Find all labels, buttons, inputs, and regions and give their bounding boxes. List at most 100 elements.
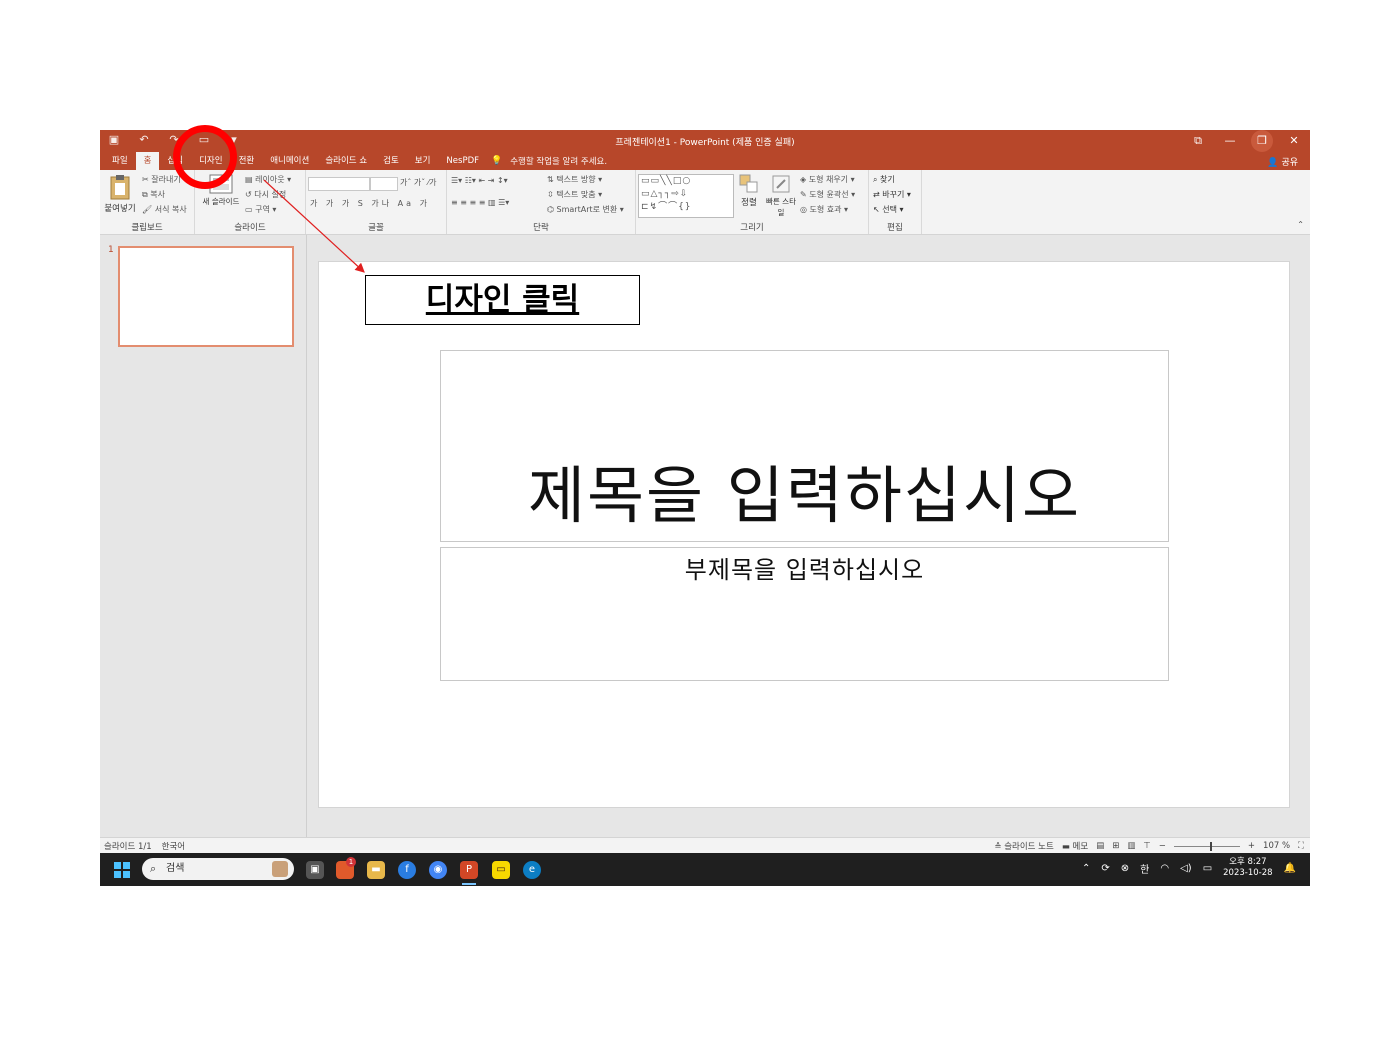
- align-text-button[interactable]: ⇳ 텍스트 맞춤 ▾: [547, 189, 602, 200]
- select-label: 선택: [882, 205, 897, 214]
- zoom-in-icon[interactable]: +: [1248, 841, 1255, 851]
- paste-button[interactable]: 붙여넣기: [102, 174, 138, 214]
- quick-styles-button[interactable]: 빠른 스타일: [764, 174, 798, 218]
- align-buttons[interactable]: ≡ ≡ ≡ ≡ ▥ ☰▾: [451, 198, 509, 207]
- cut-label: 잘라내기: [151, 175, 181, 184]
- tab-view[interactable]: 보기: [407, 152, 439, 170]
- smartart-button[interactable]: ⌬ SmartArt로 변환 ▾: [547, 204, 624, 215]
- tab-nespdf[interactable]: NesPDF: [438, 152, 487, 170]
- copy-button[interactable]: ⧉ 복사: [142, 189, 165, 200]
- app-icon[interactable]: f: [398, 861, 416, 879]
- kakaotalk-icon[interactable]: ▭: [492, 861, 510, 879]
- drawing-group-label: 그리기: [740, 223, 764, 233]
- font-color-button[interactable]: 가: [420, 199, 430, 208]
- tell-me-search[interactable]: 수행할 작업을 알려 주세요.: [510, 155, 607, 167]
- find-label: 찾기: [880, 175, 895, 184]
- slide-sorter-icon[interactable]: ⊞: [1112, 841, 1119, 851]
- font-grow-shrink-icons[interactable]: 가ˆ 가ˇ ⁄가: [400, 177, 437, 188]
- status-x-icon[interactable]: ⊗: [1121, 863, 1129, 874]
- close-icon[interactable]: ✕: [1278, 130, 1310, 152]
- language-status[interactable]: 한국어: [162, 840, 185, 852]
- group-editing: ⌕ 찾기 ⇄ 바꾸기 ▾ ↖ 선택 ▾ 편집: [869, 170, 922, 234]
- chrome-icon[interactable]: ◉: [429, 861, 447, 879]
- text-direction-button[interactable]: ⇅ 텍스트 방향 ▾: [547, 174, 602, 185]
- comments-label: 메모: [1072, 842, 1089, 852]
- taskbar-search[interactable]: ⌕ 검색: [142, 858, 294, 880]
- replace-label: 바꾸기: [882, 190, 905, 199]
- zoom-level[interactable]: 107 %: [1263, 841, 1290, 851]
- wifi-icon[interactable]: ◠: [1160, 863, 1169, 874]
- ribbon-display-options-icon[interactable]: ⧉: [1182, 130, 1214, 152]
- normal-view-icon[interactable]: ▤: [1096, 841, 1104, 851]
- zoom-slider[interactable]: [1173, 841, 1240, 851]
- shape-effects-button[interactable]: ◎ 도형 효과 ▾: [800, 204, 848, 215]
- shadow-button[interactable]: S: [358, 199, 366, 208]
- task-view-icon[interactable]: ▣: [306, 861, 324, 879]
- new-slide-label: 새 슬라이드: [202, 197, 240, 206]
- change-case-button[interactable]: Aa: [398, 199, 414, 208]
- character-spacing-button[interactable]: 가나: [371, 199, 392, 208]
- cut-button[interactable]: ✂ 잘라내기: [142, 174, 181, 185]
- system-tray: ⌃ ⟳ ⊗ 한 ◠ ◁) ▭ 오후 8:27 2023-10-28 🔔: [1082, 857, 1296, 879]
- reset-button[interactable]: ↺ 다시 설정: [245, 189, 286, 200]
- comments-button[interactable]: ▬ 메모: [1062, 840, 1088, 852]
- fit-to-window-icon[interactable]: ⛶: [1298, 841, 1304, 851]
- section-button[interactable]: ▭ 구역 ▾: [245, 204, 276, 215]
- edge-icon[interactable]: e: [523, 861, 541, 879]
- zoom-slider-thumb[interactable]: [1210, 841, 1213, 851]
- reading-view-icon[interactable]: ▥: [1127, 841, 1135, 851]
- subtitle-placeholder[interactable]: 부제목을 입력하십시오: [440, 547, 1169, 681]
- tab-home[interactable]: 홈: [135, 152, 160, 170]
- list-buttons[interactable]: ☰▾ ☷▾ ⇤ ⇥ ↕▾: [451, 176, 508, 185]
- shape-fill-button[interactable]: ◈ 도형 채우기 ▾: [800, 174, 855, 185]
- title-placeholder[interactable]: 제목을 입력하십시오: [440, 350, 1169, 542]
- battery-icon[interactable]: ▭: [1203, 863, 1212, 874]
- bold-button[interactable]: 가: [310, 199, 320, 208]
- sync-icon[interactable]: ⟳: [1101, 863, 1109, 874]
- notes-icon: ≙: [994, 842, 1002, 852]
- zoom-out-icon[interactable]: −: [1159, 841, 1166, 851]
- font-family-dropdown[interactable]: [308, 177, 370, 191]
- volume-icon[interactable]: ◁): [1180, 863, 1192, 874]
- format-painter-label: 서식 복사: [154, 205, 187, 214]
- reset-label: 다시 설정: [254, 190, 287, 199]
- ime-indicator[interactable]: 한: [1140, 861, 1149, 876]
- tab-review[interactable]: 검토: [375, 152, 407, 170]
- italic-button[interactable]: 가: [326, 199, 336, 208]
- share-button[interactable]: 👤 공유: [1267, 155, 1298, 168]
- show-hidden-icons-icon[interactable]: ⌃: [1082, 863, 1090, 874]
- windows-start-icon[interactable]: [114, 862, 130, 878]
- select-button[interactable]: ↖ 선택 ▾: [873, 204, 904, 215]
- notification-bell-icon[interactable]: 🔔: [1284, 863, 1296, 874]
- underline-button[interactable]: 가: [342, 199, 352, 208]
- font-size-dropdown[interactable]: [370, 177, 398, 191]
- minimize-icon[interactable]: —: [1214, 130, 1246, 152]
- taskbar-clock[interactable]: 오후 8:27 2023-10-28: [1223, 857, 1272, 879]
- slide-canvas[interactable]: 제목을 입력하십시오 부제목을 입력하십시오: [318, 261, 1290, 808]
- shape-outline-button[interactable]: ✎ 도형 윤곽선 ▾: [800, 189, 855, 200]
- restore-icon[interactable]: ❐: [1251, 130, 1273, 152]
- active-app-indicator: [462, 883, 476, 885]
- collapse-ribbon-icon[interactable]: ⌃: [1297, 220, 1304, 229]
- lightbulb-icon: 💡: [491, 156, 503, 166]
- shapes-gallery[interactable]: ▭▭╲╲□○ ▭△┐┐⇨⇩ ⊏↯⌒⌒{}: [638, 174, 734, 218]
- find-button[interactable]: ⌕ 찾기: [873, 174, 895, 185]
- tab-animations[interactable]: 애니메이션: [262, 152, 317, 170]
- align-text-label: 텍스트 맞춤: [556, 190, 596, 199]
- person-icon: 👤: [1267, 158, 1279, 168]
- tab-file[interactable]: 파일: [104, 152, 136, 170]
- tab-slideshow[interactable]: 슬라이드 쇼: [317, 152, 375, 170]
- format-painter-button[interactable]: 🖌 서식 복사: [142, 204, 187, 215]
- replace-button[interactable]: ⇄ 바꾸기 ▾: [873, 189, 911, 200]
- notes-button[interactable]: ≙ 슬라이드 노트: [994, 840, 1053, 852]
- arrange-icon: [739, 174, 758, 193]
- slideshow-view-icon[interactable]: ⊤: [1143, 841, 1150, 851]
- file-explorer-icon[interactable]: ▬: [367, 861, 385, 879]
- group-clipboard: 붙여넣기 ✂ 잘라내기 ⧉ 복사 🖌 서식 복사 클립보드: [100, 170, 195, 234]
- powerpoint-taskbar-icon[interactable]: P: [460, 861, 478, 879]
- slide-count-status[interactable]: 슬라이드 1/1: [104, 840, 152, 852]
- layout-button[interactable]: ▤ 레이아웃 ▾: [245, 174, 291, 185]
- slide-thumbnail[interactable]: [118, 246, 294, 347]
- arrange-button[interactable]: 정렬: [736, 174, 762, 208]
- search-icon: ⌕: [150, 862, 157, 875]
